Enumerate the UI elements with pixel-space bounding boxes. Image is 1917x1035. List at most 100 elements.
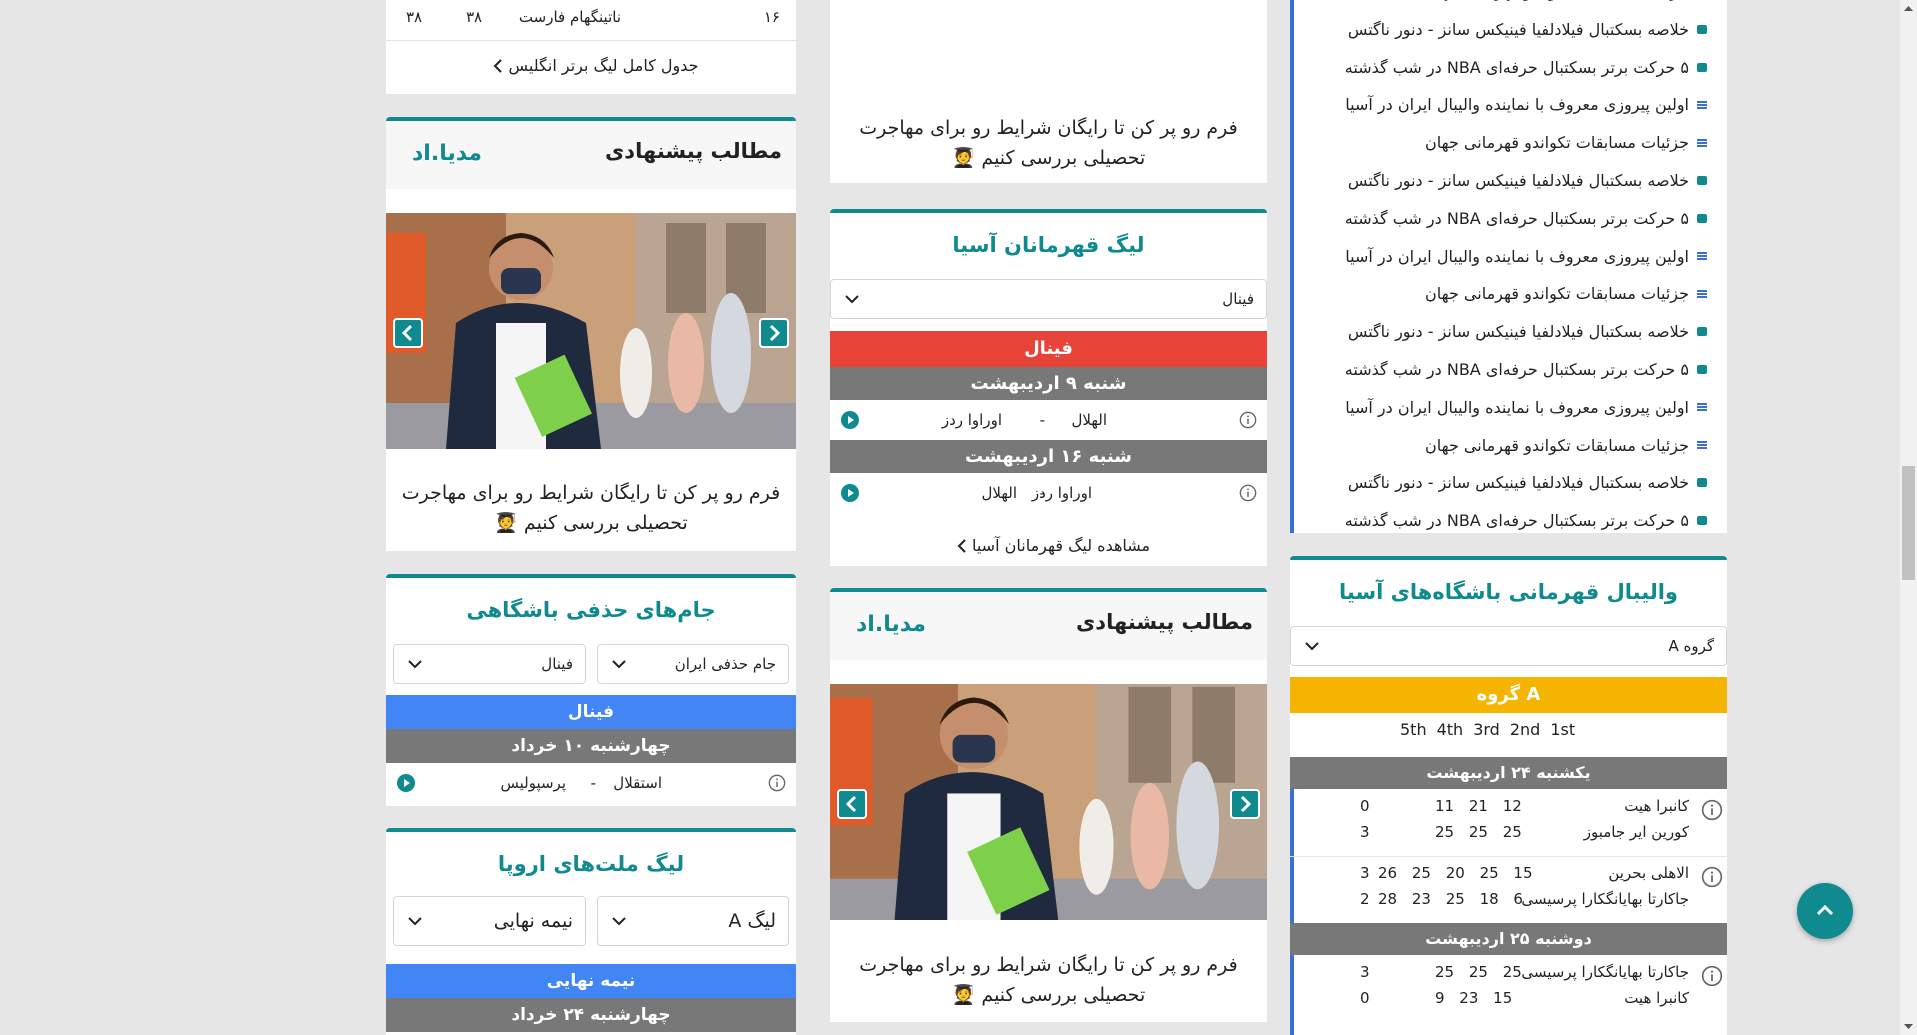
score-separator: - <box>1039 484 1045 502</box>
news-item[interactable]: جزئیات مسابقات تکواندو قهرمانی جهان <box>1425 0 1707 1</box>
play-icon[interactable] <box>840 483 860 503</box>
info-icon[interactable] <box>768 774 786 792</box>
scroll-down-arrow-icon[interactable] <box>1900 1018 1917 1035</box>
news-item[interactable]: اولین پیروزی معروف با نماینده والیبال ای… <box>1345 95 1707 114</box>
team-name: جاکارتا بهایانگکارا پرسیسی <box>1521 890 1689 908</box>
page-scrollbar[interactable] <box>1900 0 1917 1035</box>
news-item[interactable]: خلاصه بسکتبال فیلادلفیا فینیکس سانز - دن… <box>1348 171 1707 190</box>
news-list: جزئیات مسابقات تکواندو قهرمانی جهان خلاصه… <box>1294 0 1727 533</box>
news-title: جزئیات مسابقات تکواندو قهرمانی جهان <box>1425 0 1689 1</box>
info-icon[interactable] <box>1701 965 1723 987</box>
news-item[interactable]: اولین پیروزی معروف با نماینده والیبال ای… <box>1345 398 1707 417</box>
group-select[interactable]: گروه A <box>1290 626 1727 666</box>
cups-card: جام‌های حذفی باشگاهی جام حذفی ایران فینا… <box>386 574 796 806</box>
section-title: لیگ ملت‌های اروپا <box>497 852 685 876</box>
news-item[interactable]: اولین پیروزی معروف با نماینده والیبال ای… <box>1345 247 1707 266</box>
match-row[interactable]: اوراوا ردز - الهلال <box>830 473 1267 513</box>
mediaad-logo[interactable]: مدیا.اد <box>856 612 926 637</box>
video-icon <box>1697 478 1707 488</box>
news-item[interactable]: ۵ حرکت برتر بسکتبال حرفه‌ای NBA در شب گذ… <box>1345 58 1707 77</box>
chevron-down-icon <box>845 294 859 304</box>
info-icon[interactable] <box>1701 866 1723 888</box>
scroll-up-arrow-icon[interactable] <box>1900 0 1917 17</box>
match-row[interactable]: استقلال - پرسپولیس <box>386 763 796 803</box>
scroll-to-top-button[interactable] <box>1797 883 1853 939</box>
match-row[interactable]: الهلال - اوراوا ردز <box>830 400 1267 440</box>
promo-image[interactable] <box>830 0 1267 82</box>
recommended-header: مطالب پیشنهادی مدیا.اد <box>830 592 1267 660</box>
stage-select[interactable]: فینال <box>830 279 1267 319</box>
stage-bar: فینال <box>386 695 796 729</box>
date-bar: یکشنبه ۲۴ اردیبهشت <box>1290 757 1727 789</box>
play-icon[interactable] <box>396 773 416 793</box>
news-title: جزئیات مسابقات تکواندو قهرمانی جهان <box>1424 133 1689 153</box>
promo-caption[interactable]: فرم رو پر کن تا رایگان شرایط رو برای مها… <box>840 950 1257 1010</box>
date-bar: چهارشنبه ۱۰ خرداد <box>386 729 796 763</box>
match-total: 0 <box>1360 797 1370 815</box>
promo-image[interactable] <box>830 684 1267 920</box>
mediaad-logo[interactable]: مدیا.اد <box>412 141 482 166</box>
chevron-left-icon <box>957 539 967 553</box>
news-title: ۵ حرکت برتر بسکتبال حرفه‌ای NBA در شب گذ… <box>1344 360 1689 379</box>
date-bar: دوشنبه ۲۵ اردیبهشت <box>1290 923 1727 955</box>
group-bar: گروه A <box>1290 677 1727 713</box>
news-item[interactable]: جزئیات مسابقات تکواندو قهرمانی جهان <box>1425 284 1707 303</box>
match-row[interactable]: کانبرا هیت 11 21 12 0 کورین ایر جامبوز 2… <box>1290 793 1727 853</box>
info-icon[interactable] <box>1239 484 1257 502</box>
competition-select[interactable]: جام حذفی ایران <box>597 644 789 684</box>
stage-select[interactable]: فینال <box>393 644 586 684</box>
premier-league-table-card: ۱۶ ناتینگهام فارست ۳۸ ۳۸ جدول کامل لیگ ب… <box>386 0 796 94</box>
set-scores: 25 25 25 <box>1435 963 1522 981</box>
text-icon <box>1697 441 1707 450</box>
news-item[interactable]: ۵ حرکت برتر بسکتبال حرفه‌ای NBA در شب گذ… <box>1345 209 1707 228</box>
promo-caption[interactable]: فرم رو پر کن تا رایگان شرایط رو برای مها… <box>396 478 786 538</box>
news-title: جزئیات مسابقات تکواندو قهرمانی جهان <box>1424 284 1689 304</box>
carousel-prev-button[interactable] <box>393 318 423 348</box>
info-icon[interactable] <box>1701 799 1723 821</box>
news-item[interactable]: ۵ حرکت برتر بسکتبال حرفه‌ای NBA در شب گذ… <box>1345 511 1707 530</box>
news-title: اولین پیروزی معروف با نماینده والیبال ای… <box>1345 246 1689 266</box>
league-select[interactable]: لیگ A <box>597 896 789 946</box>
set-headers: 5th 4th 3rd 2nd 1st <box>1400 720 1575 739</box>
carousel-next-button[interactable] <box>1230 789 1260 819</box>
news-item[interactable]: جزئیات مسابقات تکواندو قهرمانی جهان <box>1425 133 1707 152</box>
divider <box>386 40 796 41</box>
set-scores: 11 21 12 <box>1435 797 1522 815</box>
carousel-next-button[interactable] <box>759 318 789 348</box>
view-acl-link[interactable]: مشاهده لیگ قهرمانان آسیا <box>830 535 1267 555</box>
info-icon[interactable] <box>1239 411 1257 429</box>
match-row[interactable]: الاهلی بحرین 26 25 20 25 15 3 جاکارتا به… <box>1290 860 1727 920</box>
chevron-down-icon <box>1305 641 1319 651</box>
set-header: 4th <box>1436 720 1464 739</box>
news-item[interactable]: خلاصه بسکتبال فیلادلفیا فینیکس سانز - دن… <box>1348 322 1707 341</box>
news-title: ۵ حرکت برتر بسکتبال حرفه‌ای NBA در شب گذ… <box>1344 57 1689 77</box>
match-row[interactable]: جاکارتا بهایانگکارا پرسیسی 25 25 25 3 کا… <box>1290 959 1727 1019</box>
chevron-down-icon <box>408 916 422 926</box>
video-icon <box>1697 213 1707 223</box>
scrollbar-thumb[interactable] <box>1902 466 1915 580</box>
news-item[interactable]: خلاصه بسکتبال فیلادلفیا فینیکس سانز - دن… <box>1348 473 1707 492</box>
table-value: ۳۸ <box>466 8 483 26</box>
text-icon <box>1697 403 1707 412</box>
text-icon <box>1697 289 1707 298</box>
set-scores: 25 25 25 <box>1435 823 1522 841</box>
date-bar: شنبه ۹ اردیبهشت <box>830 367 1267 400</box>
news-title: اولین پیروزی معروف با نماینده والیبال ای… <box>1345 397 1689 417</box>
match-total: 3 <box>1360 864 1370 882</box>
text-icon <box>1697 100 1707 109</box>
recommended-header: مطالب پیشنهادی مدیا.اد <box>386 121 796 189</box>
news-item[interactable]: جزئیات مسابقات تکواندو قهرمانی جهان <box>1425 436 1707 455</box>
chevron-down-icon <box>612 916 626 926</box>
chevron-down-icon <box>408 659 422 669</box>
carousel-prev-button[interactable] <box>837 789 867 819</box>
news-item[interactable]: ۵ حرکت برتر بسکتبال حرفه‌ای NBA در شب گذ… <box>1345 360 1707 379</box>
promo-caption[interactable]: فرم رو پر کن تا رایگان شرایط رو برای مها… <box>840 113 1257 173</box>
news-item[interactable]: خلاصه بسکتبال فیلادلفیا فینیکس سانز - دن… <box>1348 20 1707 39</box>
play-icon[interactable] <box>840 410 860 430</box>
promo-image[interactable] <box>386 213 796 449</box>
video-icon <box>1697 24 1707 34</box>
full-table-link[interactable]: جدول کامل لیگ برتر انگلیس <box>386 55 796 75</box>
stage-select[interactable]: نیمه نهایی <box>393 896 586 946</box>
news-title: ۵ حرکت برتر بسکتبال حرفه‌ای NBA در شب گذ… <box>1344 208 1689 228</box>
team-name: کانبرا هیت <box>1624 797 1689 815</box>
